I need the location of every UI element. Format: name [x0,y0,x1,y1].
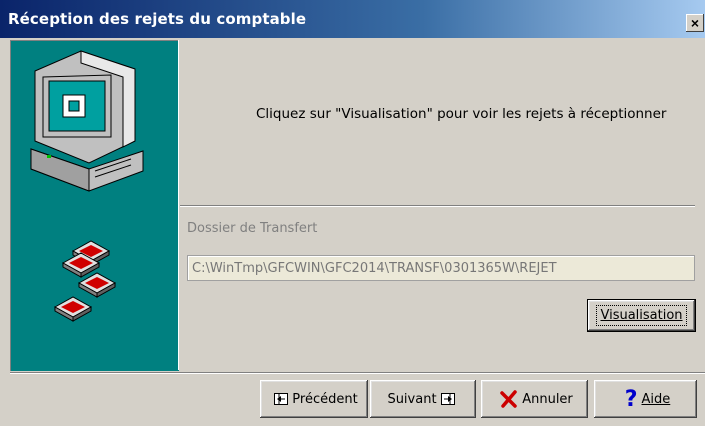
previous-button[interactable]: Précédent [260,380,368,418]
transfer-folder-field[interactable]: C:\WinTmp\GFCWIN\GFC2014\TRANSF\0301365W… [187,255,695,281]
visualisation-button[interactable]: Visualisation [587,299,696,332]
question-mark-icon: ? [624,386,638,412]
illustration-panel [10,40,179,371]
close-icon: × [690,15,700,31]
next-button[interactable]: Suivant [370,380,476,418]
window-title: Réception des rejets du comptable [8,10,307,28]
computer-illustration-icon [30,50,144,322]
folder-label: Dossier de Transfert [187,221,318,236]
close-button[interactable]: × [686,14,704,32]
cancel-button[interactable]: Annuler [481,380,588,418]
title-bar[interactable]: Réception des rejets du comptable × [0,0,705,38]
footer-separator [10,372,705,374]
red-x-icon [500,390,518,408]
help-label: Aide [641,391,671,407]
arrow-right-icon [440,393,455,405]
dialog-window: Réception des rejets du comptable × Cliq… [0,0,705,426]
help-button[interactable]: ? Aide [594,380,697,418]
next-label: Suivant [387,391,437,407]
visualisation-label: Visualisation [600,308,683,323]
instruction-text: Cliquez sur "Visualisation" pour voir le… [256,106,667,122]
panel-divider [178,40,179,370]
section-separator [180,205,695,207]
arrow-left-icon [274,393,289,405]
cancel-label: Annuler [522,391,573,407]
previous-label: Précédent [292,391,358,407]
